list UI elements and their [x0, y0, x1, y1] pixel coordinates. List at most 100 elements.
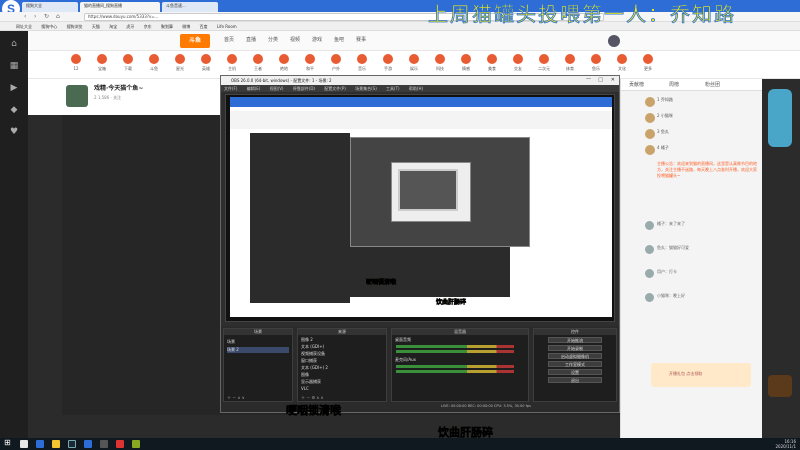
menu-item[interactable]: 视图(V)	[270, 86, 284, 91]
category-item[interactable]: 二次元	[532, 54, 556, 72]
category-item[interactable]: 主机	[220, 54, 244, 72]
studio-mode-button[interactable]: 工作室模式	[548, 361, 602, 367]
menu-item[interactable]: 场景集合(S)	[355, 86, 377, 91]
folder-icon[interactable]	[52, 440, 60, 448]
event-badge[interactable]	[768, 89, 792, 147]
source-item[interactable]: 显示器捕获	[301, 379, 383, 385]
menu-item[interactable]: 帮助(H)	[409, 86, 423, 91]
category-item[interactable]: 下载	[116, 54, 140, 72]
app-icon[interactable]	[132, 440, 140, 448]
browser-taskbar-icon[interactable]	[36, 440, 44, 448]
follow-icon[interactable]: ♥	[6, 127, 22, 143]
category-item[interactable]: 体育	[558, 54, 582, 72]
category-item[interactable]: 鱼乐	[584, 54, 608, 72]
category-item[interactable]: 交友	[506, 54, 530, 72]
system-clock[interactable]: 16:16 2020/11/1	[775, 439, 796, 449]
bookmark-item[interactable]: 搜狗中心	[41, 24, 57, 29]
bookmark-item[interactable]: 聚划算	[161, 24, 173, 29]
bookmark-item[interactable]: 京东	[144, 24, 152, 29]
user-avatar[interactable]	[608, 35, 620, 47]
browser-tab[interactable]: 斗鱼音速...	[162, 2, 218, 12]
obs-taskbar-icon[interactable]	[100, 440, 108, 448]
start-recording-button[interactable]: 开始录制	[548, 345, 602, 351]
search-icon[interactable]	[20, 440, 28, 448]
tab-contribution[interactable]: 贡献榜	[629, 81, 644, 88]
start-streaming-button[interactable]: 开始推流	[548, 337, 602, 343]
windows-start-icon[interactable]: ⊞	[4, 438, 11, 447]
nav-item[interactable]: 游戏	[312, 36, 322, 43]
streamer-badge[interactable]	[768, 375, 792, 397]
forward-icon[interactable]: ›	[34, 13, 36, 20]
game-icon[interactable]: ◆	[6, 105, 22, 121]
category-item[interactable]: 手游	[376, 54, 400, 72]
menu-item[interactable]: 停靠部件(D)	[293, 86, 315, 91]
bookmark-item[interactable]: 淘宝	[109, 24, 117, 29]
bookmark-item[interactable]: 搜狗浏览	[67, 24, 83, 29]
video-icon[interactable]: ▶	[6, 83, 22, 99]
scene-toolbar[interactable]: ＋ － ∧ ∨	[227, 395, 289, 401]
category-item[interactable]: 王者	[246, 54, 270, 72]
exit-button[interactable]: 退出	[548, 377, 602, 383]
streamer-avatar[interactable]	[66, 85, 88, 107]
nav-item[interactable]: 视频	[290, 36, 300, 43]
scene-item[interactable]: 场景	[227, 339, 289, 345]
category-item[interactable]: 星光	[168, 54, 192, 72]
category-item[interactable]: 英雄	[194, 54, 218, 72]
browser-tab-active[interactable]: 猫的直播间_搜狗直播	[80, 2, 160, 12]
source-toolbar[interactable]: ＋ － ⚙ ∧ ∨	[301, 395, 383, 401]
obs-preview[interactable]: 哽咽锁清喉 饮曲肝肠碎	[225, 94, 615, 322]
minimize-icon[interactable]: —	[586, 76, 591, 82]
rank-item[interactable]: 2 小猫咪	[645, 113, 747, 125]
category-item[interactable]: 12	[64, 54, 88, 71]
steam-icon[interactable]	[68, 440, 76, 448]
tab-weekly[interactable]: 周榜	[669, 81, 679, 88]
maximize-icon[interactable]: □	[598, 77, 603, 83]
source-item[interactable]: VLC	[301, 386, 383, 392]
category-item[interactable]: 娱乐	[402, 54, 426, 72]
category-item[interactable]: 音乐	[350, 54, 374, 72]
menu-item[interactable]: 编辑(E)	[247, 86, 261, 91]
category-item[interactable]: 更多	[636, 54, 660, 72]
category-item[interactable]: 文化	[610, 54, 634, 72]
close-icon[interactable]: ✕	[611, 77, 615, 83]
bookmark-item[interactable]: 虎牙	[126, 24, 134, 29]
nav-item[interactable]: 赛事	[356, 36, 366, 43]
category-item[interactable]: 宝箱	[90, 54, 114, 72]
app-icon[interactable]	[116, 440, 124, 448]
tab-fans[interactable]: 粉丝团	[705, 81, 720, 88]
category-item[interactable]: 情感	[454, 54, 478, 72]
settings-button[interactable]: 设置	[548, 369, 602, 375]
source-item[interactable]: 图像	[301, 372, 383, 378]
scene-item[interactable]: 场景 2	[227, 347, 289, 353]
source-item[interactable]: 文本 (GDI+)	[301, 344, 383, 350]
gift-promo-banner[interactable]: 开播礼包 点击领取	[651, 363, 751, 387]
app-icon[interactable]	[84, 440, 92, 448]
back-icon[interactable]: ‹	[24, 13, 26, 20]
bookmark-item[interactable]: 天猫	[92, 24, 100, 29]
category-item[interactable]: 科技	[428, 54, 452, 72]
home-icon[interactable]: ⌂	[6, 39, 22, 55]
menu-item[interactable]: 配置文件(P)	[324, 86, 346, 91]
bookmark-item[interactable]: Life Room	[217, 24, 237, 29]
nav-item[interactable]: 分类	[268, 36, 278, 43]
category-item[interactable]: 斗鱼	[142, 54, 166, 72]
category-item[interactable]: 美食	[480, 54, 504, 72]
rank-item[interactable]: 4 橘子	[645, 145, 747, 157]
category-item[interactable]: 绝地	[272, 54, 296, 72]
category-icon[interactable]: ▦	[6, 61, 22, 77]
virtual-camera-button[interactable]: 启动虚拟摄像机	[548, 353, 602, 359]
bookmark-item[interactable]: 网址大全	[16, 24, 32, 29]
source-item[interactable]: 文本 (GDI+) 2	[301, 365, 383, 371]
bookmark-item[interactable]: 微博	[182, 24, 190, 29]
category-item[interactable]: 和平	[298, 54, 322, 72]
reload-icon[interactable]: ↻	[44, 13, 49, 20]
category-item[interactable]: 户外	[324, 54, 348, 72]
nav-item[interactable]: 鱼吧	[334, 36, 344, 43]
home-icon[interactable]: ⌂	[56, 13, 60, 20]
source-item[interactable]: 图像 2	[301, 337, 383, 343]
rank-item[interactable]: 3 鱼丸	[645, 129, 747, 141]
menu-item[interactable]: 工具(T)	[386, 86, 400, 91]
nav-item[interactable]: 首页	[224, 36, 234, 43]
source-item[interactable]: 窗口捕获	[301, 358, 383, 364]
source-item[interactable]: 视频捕获设备	[301, 351, 383, 357]
